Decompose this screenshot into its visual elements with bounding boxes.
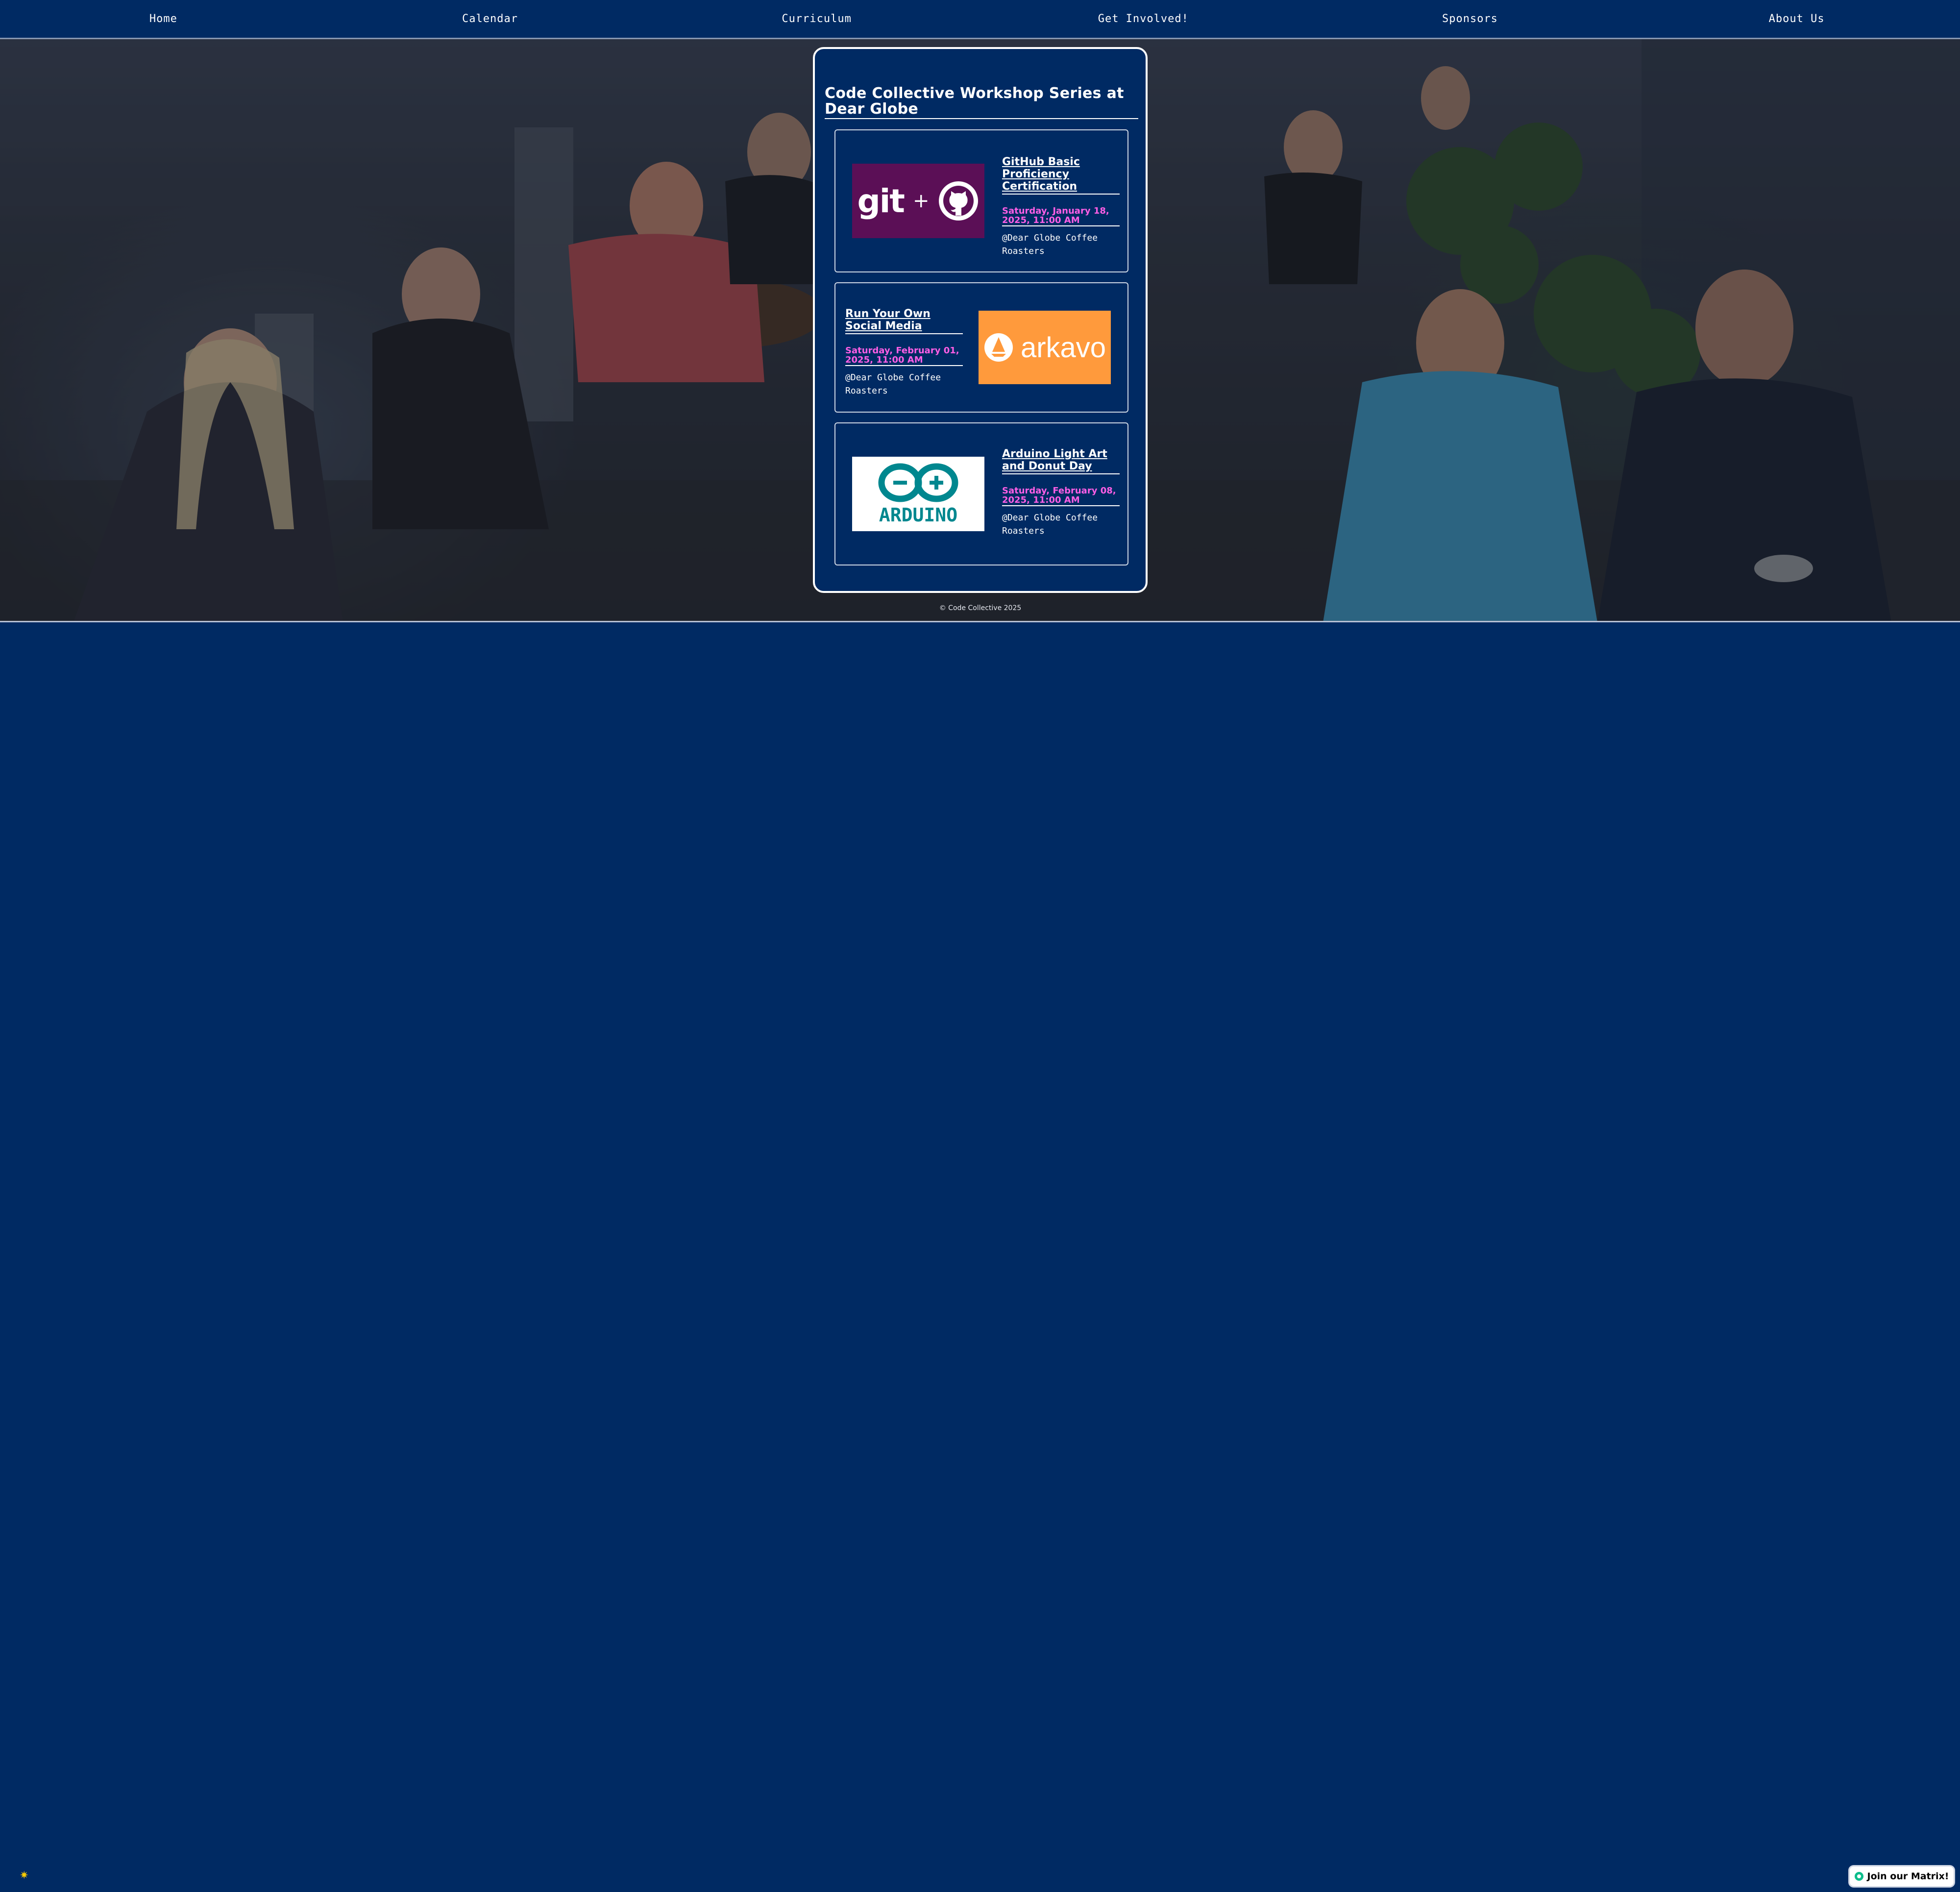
event-location: @Dear Globe Coffee Roasters xyxy=(1002,233,1098,256)
arkavo-wordmark: arkavo xyxy=(1020,331,1106,364)
event-title[interactable]: GitHub Basic Proficiency Certification xyxy=(1002,156,1120,195)
git-github-logo: git + xyxy=(852,164,984,238)
event-location: @Dear Globe Coffee Roasters xyxy=(1002,513,1098,536)
event-title[interactable]: Arduino Light Art and Donut Day xyxy=(1002,448,1120,474)
event-info: GitHub Basic Proficiency Certification S… xyxy=(1002,156,1120,258)
event-card-social-media[interactable]: Run Your Own Social Media Saturday, Febr… xyxy=(834,282,1128,413)
nav-get-involved[interactable]: Get Involved! xyxy=(980,13,1306,25)
plus-icon: + xyxy=(912,190,930,212)
event-card-arduino[interactable]: ARDUINO Arduino Light Art and Donut Day … xyxy=(834,422,1128,565)
top-nav: Home Calendar Curriculum Get Involved! S… xyxy=(0,0,1960,39)
infinity-icon xyxy=(878,463,958,502)
nav-calendar[interactable]: Calendar xyxy=(327,13,653,25)
workshop-panel: Code Collective Workshop Series at Dear … xyxy=(813,47,1148,593)
footer-copyright: © Code Collective 2025 xyxy=(939,604,1022,612)
event-date: Saturday, January 18, 2025, 11:00 AM xyxy=(1002,206,1120,226)
join-matrix-button[interactable]: Join our Matrix! xyxy=(1850,1867,1954,1886)
event-info: Run Your Own Social Media Saturday, Febr… xyxy=(845,308,963,397)
event-date: Saturday, February 01, 2025, 11:00 AM xyxy=(845,346,963,366)
event-date: Saturday, February 08, 2025, 11:00 AM xyxy=(1002,486,1120,506)
github-icon xyxy=(939,181,979,221)
git-wordmark: git xyxy=(857,182,905,220)
event-card-github[interactable]: git + GitHub Basic Proficiency Certifica… xyxy=(834,129,1128,272)
event-title[interactable]: Run Your Own Social Media xyxy=(845,308,963,334)
arduino-wordmark: ARDUINO xyxy=(879,504,958,526)
panel-title: Code Collective Workshop Series at Dear … xyxy=(825,86,1138,119)
nav-home[interactable]: Home xyxy=(0,13,326,25)
sailboat-icon xyxy=(984,333,1013,362)
join-matrix-label: Join our Matrix! xyxy=(1867,1871,1949,1882)
event-info: Arduino Light Art and Donut Day Saturday… xyxy=(1002,448,1120,538)
nav-about-us[interactable]: About Us xyxy=(1634,13,1960,25)
matrix-icon xyxy=(1854,1872,1863,1881)
nav-sponsors[interactable]: Sponsors xyxy=(1307,13,1633,25)
arkavo-logo: arkavo xyxy=(979,311,1111,384)
nav-curriculum[interactable]: Curriculum xyxy=(654,13,980,25)
arduino-logo: ARDUINO xyxy=(852,457,984,531)
event-location: @Dear Globe Coffee Roasters xyxy=(845,372,941,396)
sparkle-icon[interactable]: ✷ xyxy=(20,1869,28,1882)
